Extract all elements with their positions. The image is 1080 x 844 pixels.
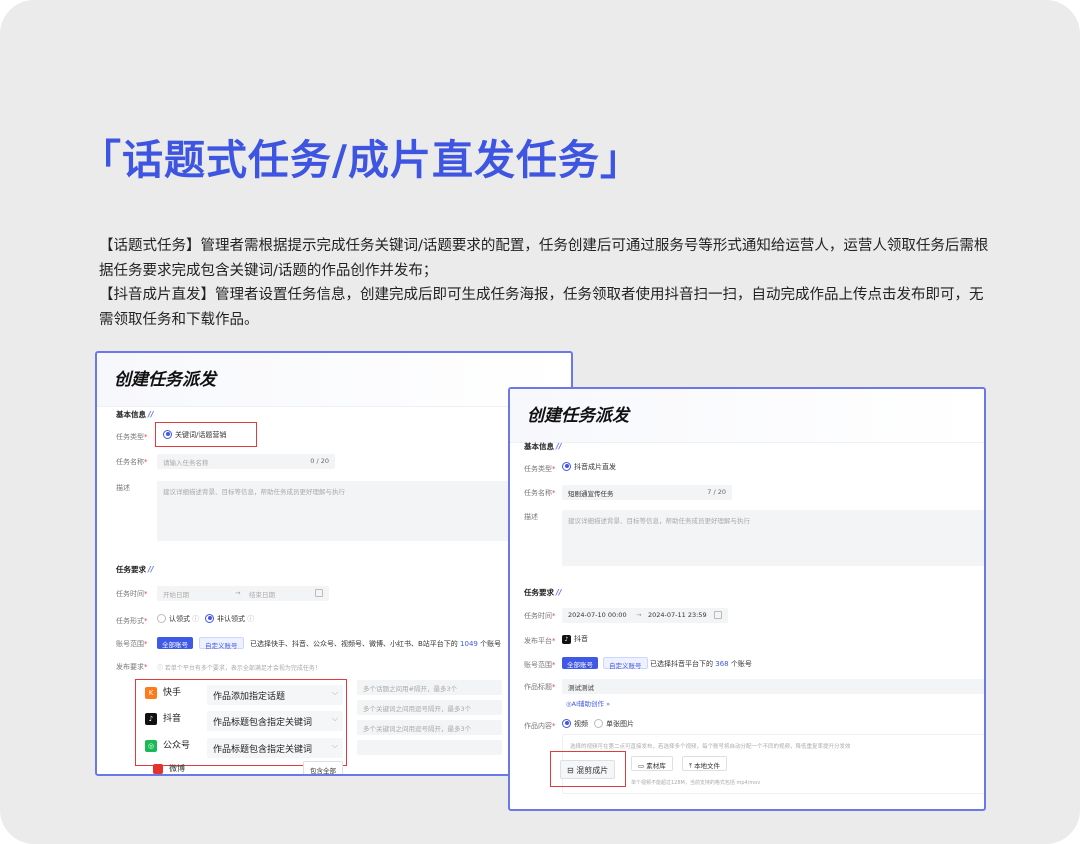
form-title: 创建任务派发 <box>114 370 216 390</box>
platform-requirements: K 快手 作品添加指定话题 ⌵ ♪ 抖音 作品标题包含指定关键词 ⌵ ◎ 公众号 作品标题… <box>135 683 347 763</box>
task-type-label: 任务类型* <box>116 433 148 441</box>
radio-non-claim[interactable]: 非认领式 ⓘ <box>205 613 254 624</box>
platform-row-weibo: 微博 <box>153 763 185 774</box>
section-basic-info: 基本信息// <box>116 410 154 419</box>
task-time-range[interactable]: 2024-07-10 00:00 → 2024-07-11 23:59 <box>562 608 728 623</box>
page-title: 「话题式任务/成片直发任务」 <box>80 136 642 184</box>
douyin-icon: ♪ <box>145 712 157 725</box>
task-name-label: 任务名称* <box>524 489 556 497</box>
library-button[interactable]: ▭ 素材库 <box>631 756 673 771</box>
section-task-requirements: 任务要求// <box>524 588 562 597</box>
ai-assist-link[interactable]: ◎AI辅助创作 » <box>566 698 610 708</box>
task-name-input[interactable]: 请输入任务名称 0 / 20 <box>157 454 335 469</box>
work-content-label: 作品内容* <box>524 722 556 730</box>
radio-selected-icon <box>562 461 571 471</box>
task-type-radio[interactable]: 抖音成片直发 <box>562 461 616 472</box>
radio-selected-icon <box>205 613 214 623</box>
description-direct-post-task: 【抖音成片直发】管理者设置任务信息，创建完成后即可生成任务海报，任务领取者使用抖… <box>99 287 984 328</box>
radio-claim[interactable]: 认领式 ⓘ <box>157 613 199 624</box>
topic-task-form-screenshot: 创建任务派发 基本信息// 任务类型* 关键词/话题营销 任务名称* 请输入任务… <box>95 351 573 776</box>
form-header: 创建任务派发 <box>510 389 984 443</box>
task-type-label: 任务类型* <box>524 465 556 473</box>
page-card: 「话题式任务/成片直发任务」 【话题式任务】管理者需根据提示完成任务关键词/话题… <box>0 0 1080 844</box>
direct-post-form-screenshot: 创建任务派发 基本信息// 任务类型* 抖音成片直发 任务名称* 短剧通宣传任务… <box>508 387 986 811</box>
task-name-input[interactable]: 短剧通宣传任务 7 / 20 <box>562 485 732 500</box>
tag-all-accounts[interactable]: 全部账号 <box>157 637 193 649</box>
form-header: 创建任务派发 <box>97 353 571 407</box>
radio-video[interactable]: 视频 <box>562 718 588 729</box>
local-file-button[interactable]: ⤒ 本地文件 <box>682 756 727 771</box>
douyin-icon: ♪ <box>562 634 571 644</box>
task-form-label: 任务形式* <box>116 617 148 625</box>
kuaishou-icon: K <box>145 686 157 699</box>
description-topic-task: 【话题式任务】管理者需根据提示完成任务关键词/话题要求的配置，任务创建后可通过服… <box>99 238 989 279</box>
chevron-down-icon: ⌵ <box>331 741 338 750</box>
publish-req-label: 发布要求* <box>116 663 148 671</box>
account-scope-label: 账号范围* <box>524 661 556 669</box>
radio-selected-icon <box>562 718 571 728</box>
calendar-icon <box>714 611 722 619</box>
highlight-box <box>550 751 626 787</box>
tag-all-accounts[interactable]: 全部账号 <box>562 657 598 669</box>
hint-input[interactable]: 多个关键词之间用逗号隔开，最多3个 <box>357 700 502 715</box>
wechat-official-icon: ◎ <box>145 739 157 752</box>
upload-hint: 选择的视频可在第二点可直接发布，若选择多个视频，每个账号将自动分配一个不同的视频… <box>570 744 851 750</box>
task-time-label: 任务时间* <box>116 590 148 598</box>
task-time-label: 任务时间* <box>524 612 556 620</box>
highlight-box <box>155 422 257 447</box>
description: 【话题式任务】管理者需根据提示完成任务关键词/话题要求的配置，任务创建后可通过服… <box>99 234 989 332</box>
desc-label: 描述 <box>524 513 538 521</box>
hint-input[interactable]: 多个话题之间用#隔开，最多3个 <box>357 680 502 695</box>
chevron-down-icon: ⌵ <box>331 714 338 723</box>
platform-label: 发布平台* <box>524 637 556 645</box>
radio-icon <box>594 718 603 728</box>
publish-req-hint: ⓘ 若单个平台有多个要求，表示全部满足才会视为完成任务！ <box>157 665 321 672</box>
folder-icon: ▭ <box>638 761 647 770</box>
include-all-button[interactable]: 包含全部 <box>303 761 343 774</box>
section-basic-info: 基本信息// <box>524 442 562 451</box>
weibo-icon <box>153 763 163 774</box>
task-name-label: 任务名称* <box>116 458 148 466</box>
form-title: 创建任务派发 <box>527 406 629 426</box>
platform-row-kuaishou: K 快手 作品添加指定话题 ⌵ <box>145 685 345 707</box>
radio-icon <box>157 613 166 623</box>
tag-custom-accounts[interactable]: 自定义账号 <box>199 637 244 650</box>
account-scope-label: 账号范围* <box>116 640 148 648</box>
chevron-down-icon: ⌵ <box>331 688 338 697</box>
requirement-select[interactable]: 作品添加指定话题 ⌵ <box>207 685 343 705</box>
calendar-icon <box>315 589 323 597</box>
file-size-hint: 单个视频不能超过128M，当前支持的格式包括 mp4/mov <box>631 780 761 786</box>
account-scope-text: 已选择抖音平台下的 368 个账号 <box>650 660 752 668</box>
tag-custom-accounts[interactable]: 自定义账号 <box>603 657 648 670</box>
desc-textarea[interactable]: 建议详细描述背景、目标等信息，帮助任务成员更好理解与执行 <box>562 510 984 566</box>
desc-label: 描述 <box>116 484 130 492</box>
task-time-range[interactable]: 开始日期 → 结束日期 <box>157 586 329 601</box>
platform-row-douyin: ♪ 抖音 作品标题包含指定关键词 ⌵ <box>145 711 345 733</box>
work-title-label: 作品标题* <box>524 683 556 691</box>
account-scope-text: 已选择快手、抖音、公众号、视频号、微博、小红书、B站平台下的 1049 个账号 <box>250 640 502 648</box>
hint-input-empty[interactable] <box>357 740 502 755</box>
work-title-input[interactable]: 测试测试 <box>562 679 984 694</box>
platform-douyin: ♪ 抖音 <box>562 634 588 644</box>
radio-single-image[interactable]: 单张图片 <box>594 718 634 729</box>
platform-row-wechat-official: ◎ 公众号 作品标题包含指定关键词 ⌵ <box>145 738 345 760</box>
requirement-select[interactable]: 作品标题包含指定关键词 ⌵ <box>207 711 343 731</box>
hint-input[interactable]: 多个关键词之间用逗号隔开，最多3个 <box>357 720 502 735</box>
requirement-select[interactable]: 作品标题包含指定关键词 ⌵ <box>207 738 343 758</box>
section-task-requirements: 任务要求// <box>116 565 154 574</box>
